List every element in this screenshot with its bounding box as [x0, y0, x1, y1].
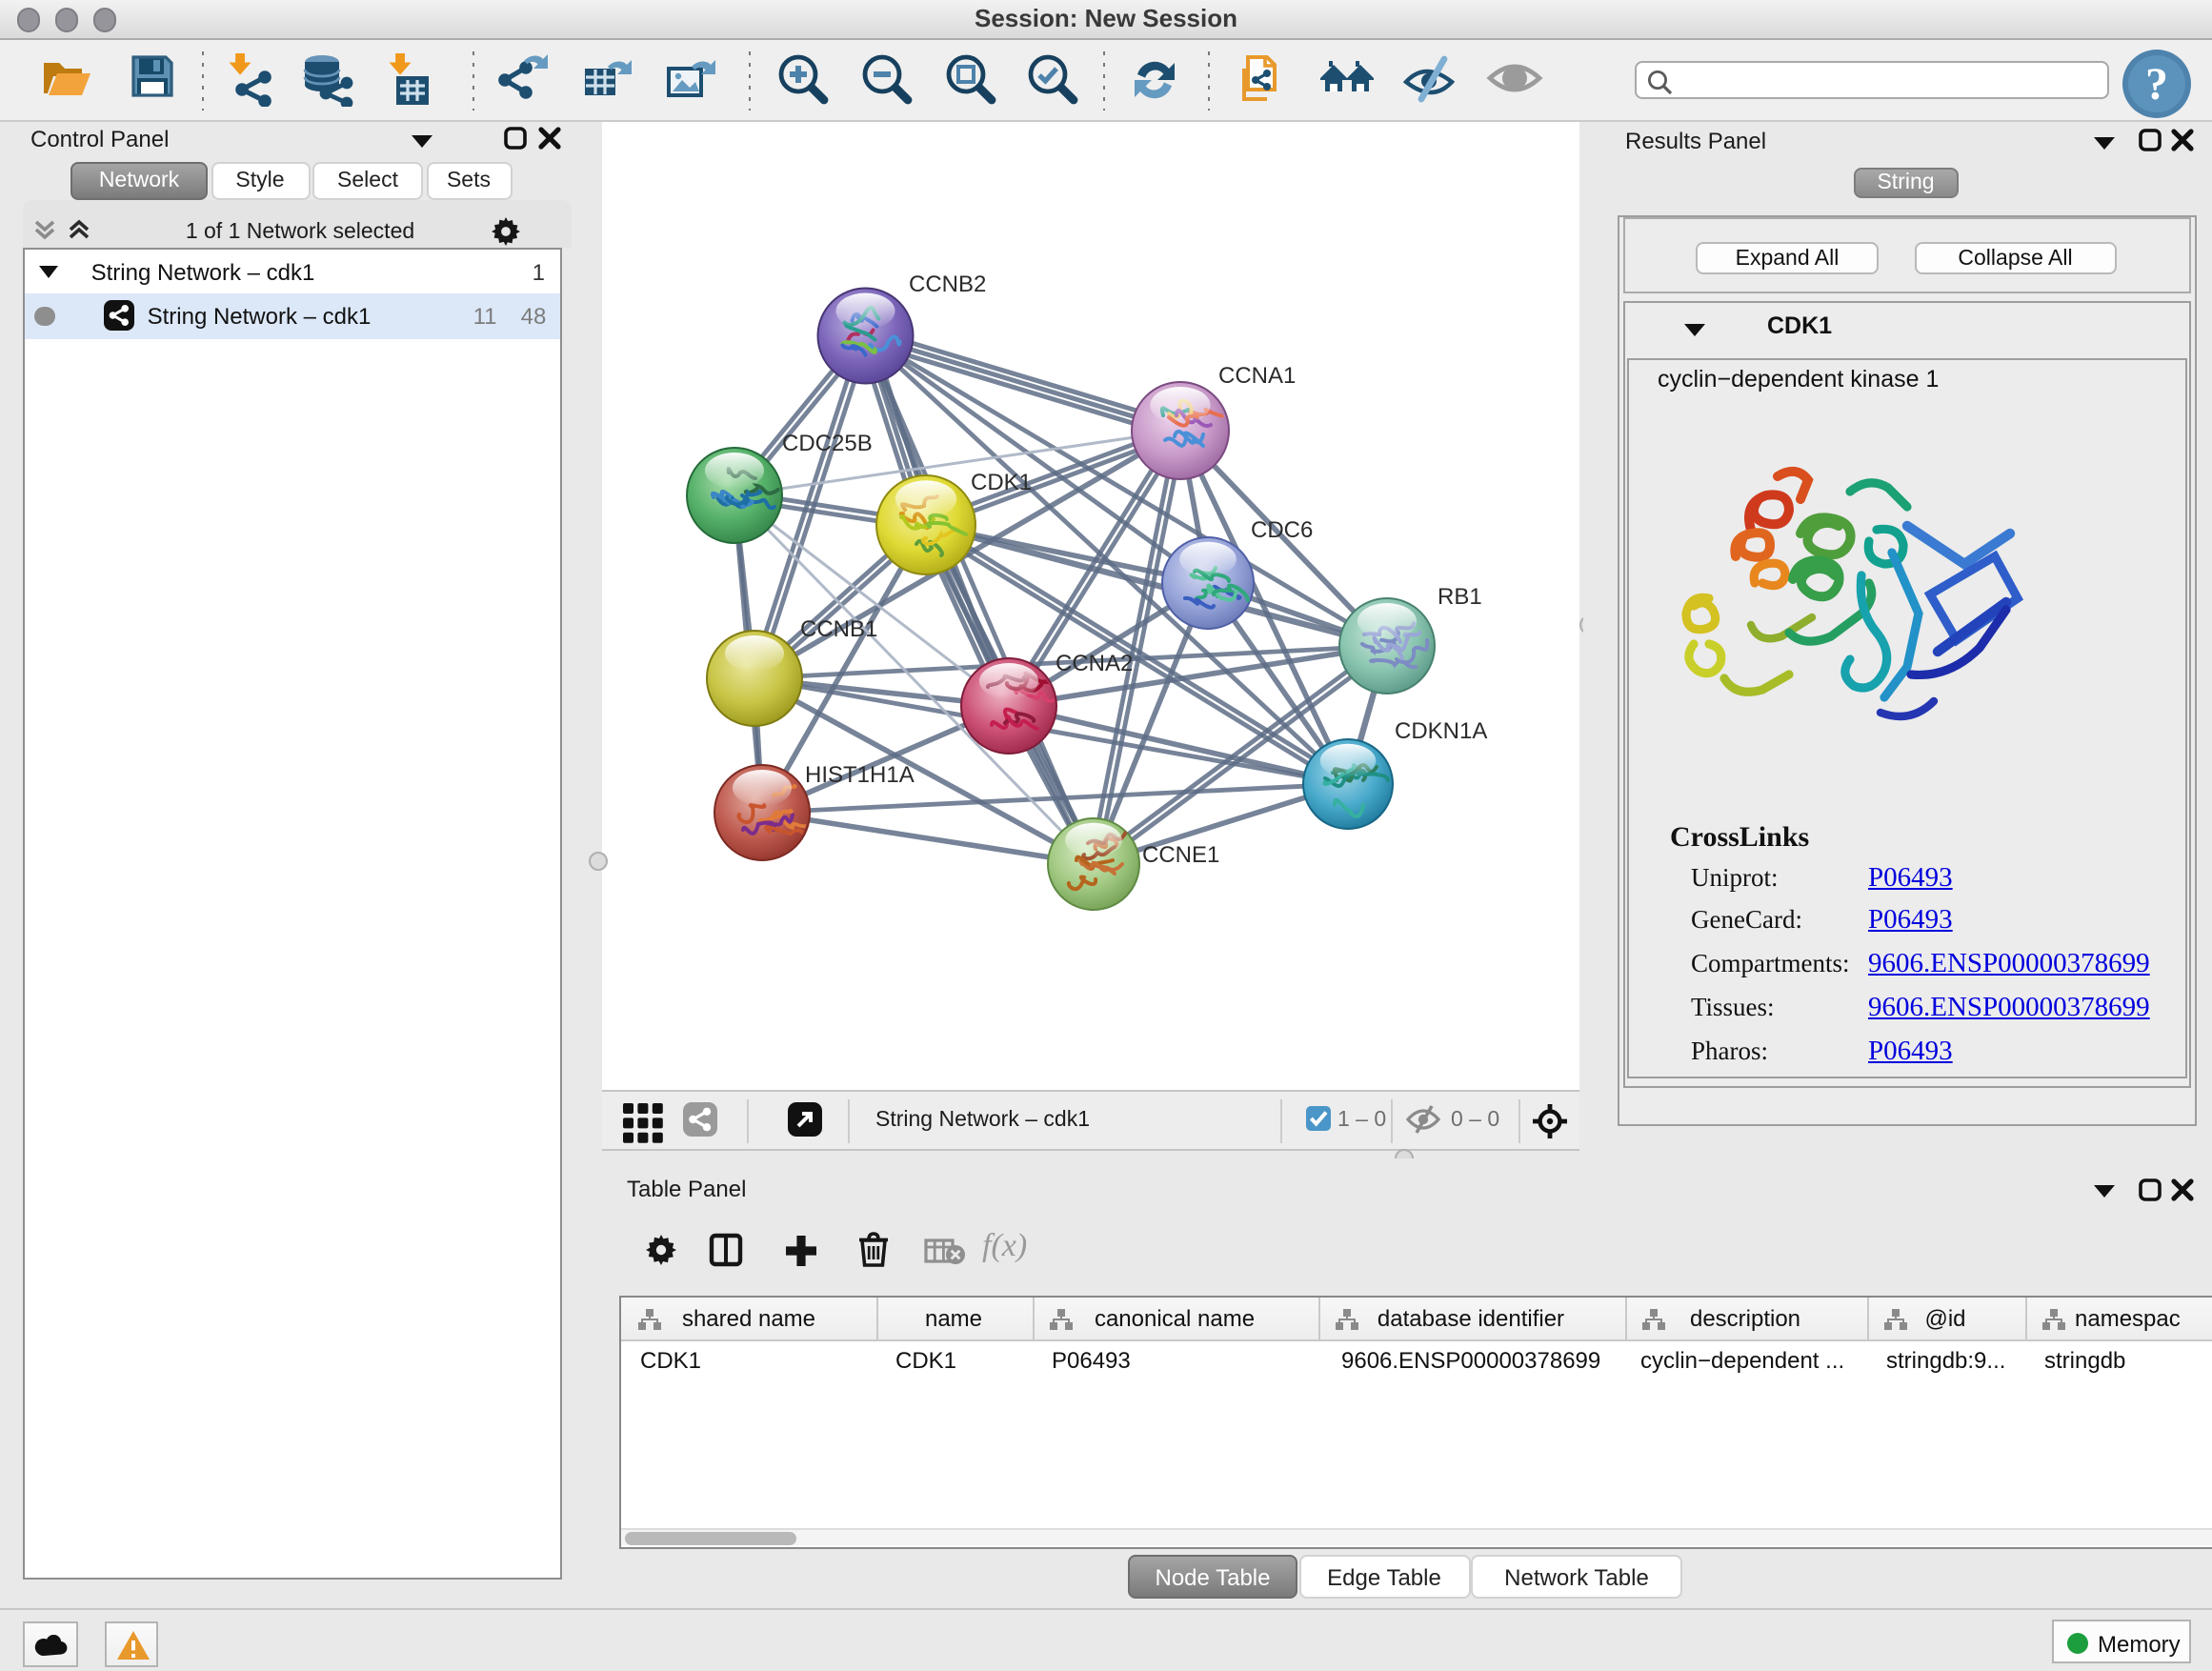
svg-text:CDK1: CDK1: [970, 469, 1031, 494]
svg-text:CCNB1: CCNB1: [799, 615, 876, 641]
svg-text:CDC6: CDC6: [1250, 516, 1312, 542]
svg-text:CCNA1: CCNA1: [1217, 362, 1295, 388]
svg-text:RB1: RB1: [1437, 583, 1481, 609]
svg-text:CCNE1: CCNE1: [1141, 841, 1218, 867]
svg-text:HIST1H1A: HIST1H1A: [804, 761, 914, 787]
svg-text:CCNA2: CCNA2: [1055, 650, 1132, 675]
svg-text:?: ?: [2144, 58, 2167, 109]
svg-text:CDKN1A: CDKN1A: [1394, 717, 1486, 743]
svg-text:CDC25B: CDC25B: [781, 430, 872, 455]
svg-text:CCNB2: CCNB2: [908, 271, 985, 296]
